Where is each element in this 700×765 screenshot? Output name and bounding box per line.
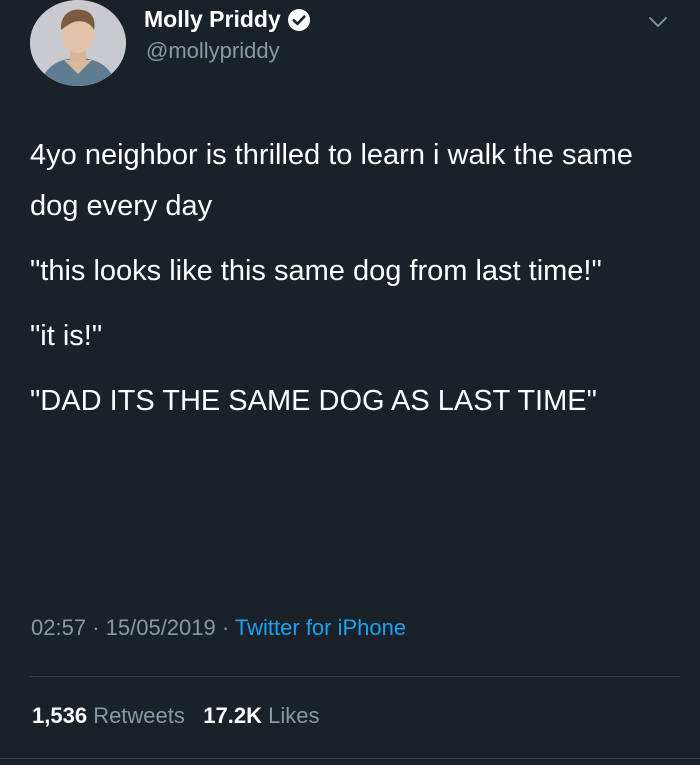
retweets-count: 1,536 — [32, 703, 88, 728]
likes-count: 17.2K — [203, 703, 262, 728]
likes-stat[interactable]: 17.2K Likes — [203, 703, 319, 728]
meta-separator: · — [221, 615, 230, 640]
tweet-paragraph: "this looks like this same dog from last… — [30, 255, 602, 287]
avatar[interactable] — [30, 0, 126, 86]
tweet-paragraph: "DAD ITS THE SAME DOG AS LAST TIME" — [30, 385, 597, 417]
tweet-paragraph: 4yo neighbor is thrilled to learn i walk… — [30, 139, 633, 222]
tweet-source-link[interactable]: Twitter for iPhone — [235, 615, 406, 640]
author-name-row[interactable]: Molly Priddy — [144, 6, 311, 33]
meta-separator: · — [92, 615, 100, 640]
retweets-stat[interactable]: 1,536 Retweets — [32, 703, 191, 728]
retweets-label: Retweets — [93, 703, 185, 728]
tweet-text: 4yo neighbor is thrilled to learn i walk… — [30, 130, 680, 441]
tweet-time[interactable]: 02:57 — [31, 615, 86, 640]
chevron-down-icon[interactable] — [646, 10, 670, 34]
tweet-date[interactable]: 15/05/2019 — [106, 615, 216, 640]
tweet-meta: 02:57 · 15/05/2019 · Twitter for iPhone — [31, 615, 406, 641]
divider — [0, 758, 700, 759]
likes-label: Likes — [268, 703, 320, 728]
author-handle[interactable]: @mollypriddy — [146, 38, 280, 64]
verified-badge-icon — [287, 8, 310, 31]
divider — [30, 676, 680, 677]
tweet-stats: 1,536 Retweets 17.2K Likes — [32, 703, 319, 729]
tweet-paragraph: "it is!" — [30, 320, 103, 352]
author-name[interactable]: Molly Priddy — [144, 6, 281, 33]
tweet: Molly Priddy @mollypriddy 4yo neighbor i… — [0, 0, 700, 765]
